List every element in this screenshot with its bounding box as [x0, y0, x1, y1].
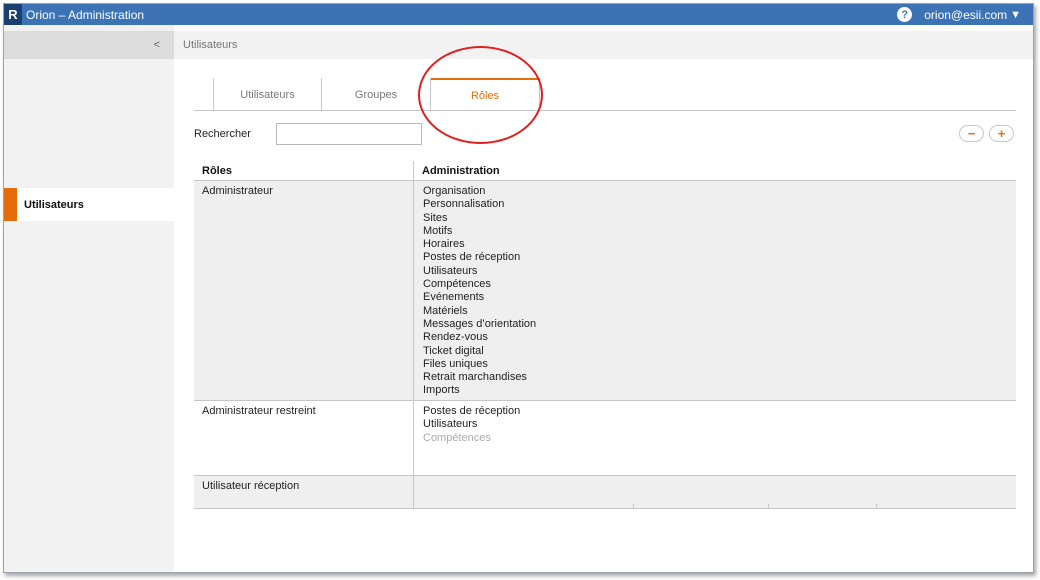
remove-role-button[interactable]: − [959, 125, 984, 142]
table-row[interactable]: Administrateur Organisation Personnalisa… [194, 181, 1016, 401]
sidebar-item-label: Utilisateurs [24, 198, 84, 211]
role-name: Administrateur restreint [194, 401, 414, 475]
role-name: Administrateur [194, 181, 414, 400]
table-row[interactable]: Utilisateur réception [194, 476, 1016, 509]
permission-item: Files uniques [423, 357, 488, 370]
permission-list [414, 476, 1016, 508]
permission-item: Matériels [423, 304, 468, 317]
permission-item: Evénements [423, 291, 485, 304]
collapse-sidebar-button[interactable]: < [4, 31, 174, 59]
permission-item: Sites [423, 211, 448, 224]
column-tick [876, 504, 877, 508]
app-window: R Orion – Administration ? orion@esii.co… [3, 3, 1034, 573]
table-row[interactable]: Administrateur restreint Postes de récep… [194, 401, 1016, 476]
permission-item: Postes de réception [423, 405, 521, 417]
app-title: Orion – Administration [26, 7, 145, 22]
column-tick [768, 504, 769, 508]
permission-item: Postes de réception [423, 251, 521, 264]
title-bar: R Orion – Administration ? orion@esii.co… [4, 4, 1033, 25]
permission-item: Retrait marchandises [423, 371, 527, 384]
add-role-button[interactable]: + [989, 125, 1014, 142]
permission-item-muted: Compétences [423, 431, 491, 444]
permission-item: Ticket digital [423, 344, 484, 357]
tabs-divider [194, 110, 1016, 111]
permission-item: Motifs [423, 224, 453, 237]
permission-item: Messages d’orientation [423, 317, 537, 330]
column-header-administration: Administration [422, 164, 500, 177]
permission-item: Utilisateurs [423, 418, 478, 431]
sidebar: < Utilisateurs [4, 25, 174, 572]
role-name: Utilisateur réception [194, 476, 414, 508]
sidebar-item-utilisateurs[interactable]: Utilisateurs [4, 188, 174, 221]
breadcrumb: Utilisateurs [174, 31, 1033, 59]
permission-item: Utilisateurs [423, 264, 478, 277]
permission-item: Organisation [423, 185, 486, 197]
permission-item: Rendez-vous [423, 331, 488, 344]
table-header: Rôles Administration [194, 161, 1016, 181]
caret-down-icon: ▼ [1010, 8, 1021, 21]
app-logo: R [4, 4, 22, 25]
column-tick [633, 504, 634, 508]
tab-utilisateurs[interactable]: Utilisateurs [213, 78, 322, 111]
permission-item: Horaires [423, 238, 465, 251]
user-email: orion@esii.com [924, 7, 1008, 22]
permission-list: Postes de réception Utilisateurs Compéte… [414, 401, 1016, 475]
user-menu[interactable]: orion@esii.com ▼ [924, 8, 1021, 22]
permission-list: Organisation Personnalisation Sites Moti… [414, 181, 1016, 400]
search-label: Rechercher [194, 128, 251, 140]
roles-table: Rôles Administration Administrateur Orga… [194, 161, 1016, 509]
permission-item: Personnalisation [423, 198, 505, 211]
annotation-circle [418, 46, 543, 144]
help-icon[interactable]: ? [897, 7, 913, 22]
tab-groupes[interactable]: Groupes [322, 78, 431, 111]
permission-item: Compétences [423, 278, 491, 291]
column-header-roles: Rôles [194, 161, 414, 180]
permission-item: Imports [423, 384, 460, 397]
search-input[interactable] [276, 123, 422, 145]
